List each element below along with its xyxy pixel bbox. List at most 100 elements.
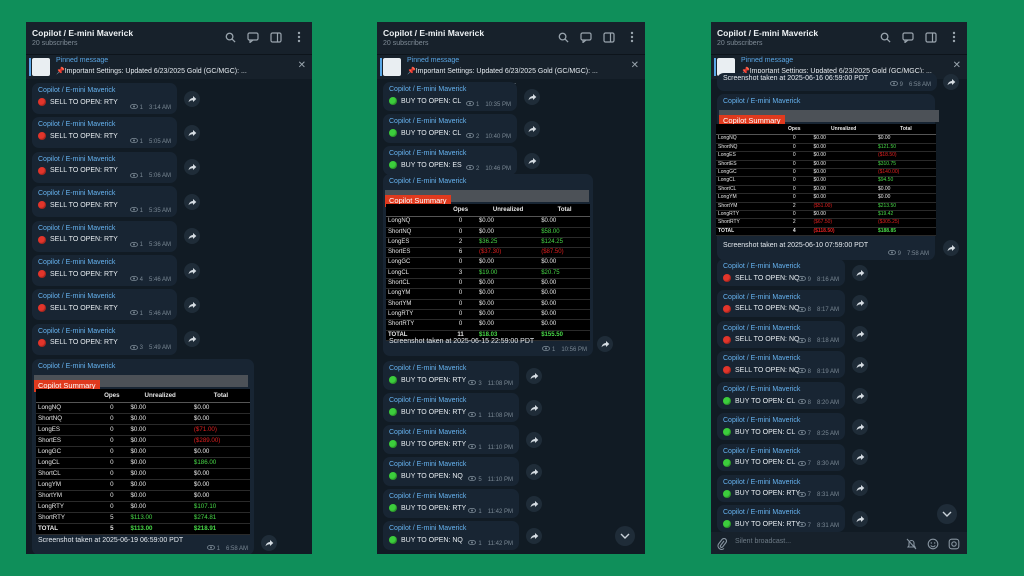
forward-button[interactable] [184,90,200,107]
more-icon[interactable] [292,30,306,44]
message-sender[interactable]: Copilot / E-mini Maverick [38,156,115,163]
forward-button[interactable] [524,152,540,169]
message-sender[interactable]: Copilot / E-mini Maverick [723,98,800,105]
forward-button[interactable] [852,264,868,281]
message-bubble[interactable]: Copilot / E-mini Maverick BUY TO OPEN: NQ… [383,457,519,486]
sidebar-icon[interactable] [602,30,616,44]
message-list[interactable]: Screenshot taken at 2025-06-16 06:59:00 … [711,73,967,554]
message-bubble[interactable]: Copilot / E-mini Maverick SELL TO OPEN: R… [32,151,177,183]
message-sender[interactable]: Copilot / E-mini Maverick [389,86,466,93]
message-sender[interactable]: Copilot / E-mini Maverick [723,325,800,332]
message-bubble[interactable]: Copilot / E-mini Maverick SELL TO OPEN: R… [32,186,177,218]
message-sender[interactable]: Copilot / E-mini Maverick [723,294,800,301]
chat-title[interactable]: Copilot / E-mini Maverick [717,28,818,38]
close-icon[interactable]: ✕ [298,60,306,71]
broadcast-input[interactable]: Silent broadcast... [735,538,791,545]
message-bubble[interactable]: Copilot / E-mini Maverick BUY TO OPEN: RT… [383,393,519,422]
message-sender[interactable]: Copilot / E-mini Maverick [723,386,800,393]
message-bubble[interactable]: Copilot / E-mini Maverick SELL TO OPEN: N… [717,259,845,286]
message-bubble[interactable]: Copilot / E-mini Maverick SELL TO OPEN: N… [717,289,845,317]
paperclip-icon[interactable] [717,537,728,554]
message-sender[interactable]: Copilot / E-mini Maverick [723,417,800,424]
message-bubble[interactable]: Copilot / E-mini Maverick BUY TO OPEN: RT… [717,505,845,533]
search-icon[interactable] [223,30,237,44]
message-bubble[interactable]: Copilot / E-mini Maverick SELL TO OPEN: R… [32,323,177,355]
forward-button[interactable] [526,367,542,384]
message-bubble[interactable]: Copilot / E-mini Maverick BUY TO OPEN: CL… [717,413,845,440]
message-bubble[interactable]: Copilot / E-mini Maverick BUY TO OPEN: RT… [717,474,845,502]
message-sender[interactable]: Copilot / E-mini Maverick [389,525,466,532]
sidebar-icon[interactable] [924,30,938,44]
sidebar-icon[interactable] [269,30,283,44]
more-icon[interactable] [947,30,961,44]
search-icon[interactable] [878,30,892,44]
forward-button[interactable] [184,159,200,176]
forward-button[interactable] [852,449,868,466]
threads-icon[interactable] [901,30,915,44]
chat-title[interactable]: Copilot / E-mini Maverick [383,28,484,38]
message-bubble[interactable]: Copilot / E-mini Maverick BUY TO OPEN: NQ… [383,521,519,550]
threads-icon[interactable] [579,30,593,44]
forward-button[interactable] [852,418,868,435]
forward-button[interactable] [184,262,200,279]
forward-button[interactable] [852,326,868,343]
forward-button[interactable] [526,495,542,512]
message-bubble[interactable]: Copilot / E-mini Maverick SELL TO OPEN: R… [32,117,177,149]
summary-bubble[interactable]: Copilot / E-mini Maverick Copilot Summary… [32,359,254,554]
summary-bubble[interactable]: Copilot / E-mini Maverick Copilot Summary… [383,174,593,356]
message-bubble[interactable]: Copilot / E-mini Maverick SELL TO OPEN: R… [32,220,177,252]
forward-button[interactable] [852,387,868,404]
forward-button[interactable] [184,296,200,313]
message-sender[interactable]: Copilot / E-mini Maverick [38,190,115,197]
message-list[interactable]: Copilot / E-mini Maverick SELL TO OPEN: R… [26,79,312,554]
message-sender[interactable]: Copilot / E-mini Maverick [389,365,466,372]
message-sender[interactable]: Copilot / E-mini Maverick [389,178,466,185]
forward-button[interactable] [526,463,542,480]
sticker-icon[interactable] [948,537,960,554]
message-bubble[interactable]: Copilot / E-mini Maverick SELL TO OPEN: N… [717,351,845,379]
message-sender[interactable]: Copilot / E-mini Maverick [38,363,115,370]
forward-button[interactable] [526,431,542,448]
chat-title[interactable]: Copilot / E-mini Maverick [32,28,133,38]
forward-button[interactable] [524,88,540,105]
message-sender[interactable]: Copilot / E-mini Maverick [389,397,466,404]
message-bubble[interactable]: Copilot / E-mini Maverick BUY TO OPEN: RT… [383,361,519,390]
forward-button[interactable] [852,510,868,527]
message-sender[interactable]: Copilot / E-mini Maverick [38,121,115,128]
threads-icon[interactable] [246,30,260,44]
forward-button[interactable] [597,336,613,352]
close-icon[interactable]: ✕ [631,60,639,71]
message-sender[interactable]: Copilot / E-mini Maverick [389,461,466,468]
message-sender[interactable]: Copilot / E-mini Maverick [38,87,115,94]
message-sender[interactable]: Copilot / E-mini Maverick [389,493,466,500]
pinned-message-bar[interactable]: Pinned message 📌Important Settings: Upda… [26,54,312,79]
message-sender[interactable]: Copilot / E-mini Maverick [723,479,800,486]
forward-button[interactable] [261,535,277,551]
forward-button[interactable] [184,331,200,348]
message-list[interactable]: June 15Copilot / E-mini MaverickBUY TO O… [377,79,645,554]
forward-button[interactable] [852,356,868,373]
message-sender[interactable]: Copilot / E-mini Maverick [723,448,800,455]
previous-summary-bubble[interactable]: Screenshot taken at 2025-06-16 06:59:00 … [717,73,937,91]
scroll-down-button[interactable] [615,526,635,546]
forward-button[interactable] [943,74,959,90]
smile-icon[interactable] [927,537,939,554]
scroll-down-button[interactable] [937,504,957,524]
forward-button[interactable] [524,120,540,137]
message-sender[interactable]: Copilot / E-mini Maverick [723,509,800,516]
message-sender[interactable]: Copilot / E-mini Maverick [723,263,800,270]
message-bubble[interactable]: Copilot / E-mini Maverick BUY TO OPEN: RT… [383,425,519,454]
summary-bubble[interactable]: Copilot / E-mini Maverick Copilot Summary… [716,94,939,260]
forward-button[interactable] [943,240,959,256]
message-sender[interactable]: Copilot / E-mini Maverick [38,225,115,232]
forward-button[interactable] [184,193,200,210]
search-icon[interactable] [556,30,570,44]
message-bubble[interactable]: Copilot / E-mini Maverick SELL TO OPEN: R… [32,255,177,286]
message-bubble[interactable]: Copilot / E-mini Maverick BUY TO OPEN: ES… [383,146,517,175]
message-bubble[interactable]: Copilot / E-mini Maverick BUY TO OPEN: CL… [383,114,517,143]
message-bubble[interactable]: Copilot / E-mini Maverick SELL TO OPEN: N… [717,320,845,348]
bell-off-icon[interactable] [906,537,917,554]
forward-button[interactable] [526,527,542,544]
forward-button[interactable] [184,124,200,141]
forward-button[interactable] [852,480,868,497]
